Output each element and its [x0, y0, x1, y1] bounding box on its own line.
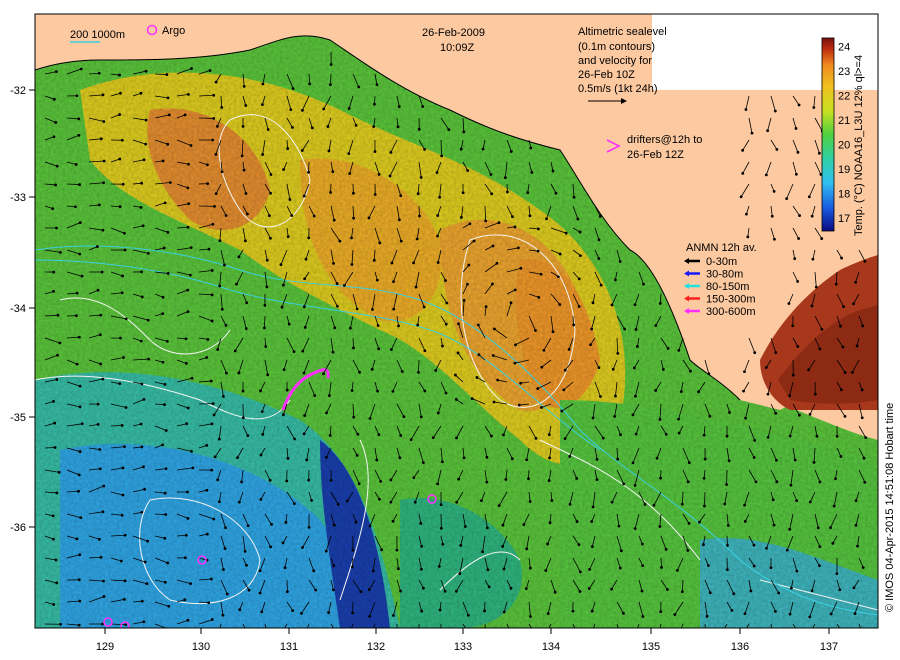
sst-map: 200 1000m Argo 26-Feb-2009 10:09Z Altime…: [10, 13, 879, 653]
anmn-legend-label: 150-300m: [706, 294, 756, 306]
sealevel-note-line: Altimetric sealevel: [578, 26, 667, 38]
x-tick-label: 134: [542, 641, 560, 653]
x-axis-ticks: 129 130 131 132 133 134 135 136 137: [96, 628, 838, 653]
x-tick-label: 133: [454, 641, 472, 653]
anmn-legend-label: 80-150m: [706, 281, 749, 293]
colorbar-tick-label: 17: [838, 213, 850, 225]
date-title: 26-Feb-2009: [422, 27, 485, 39]
colorbar-label: Temp. (°C) NOAA16_L3U 12% ql>=4: [853, 55, 865, 236]
colorbar-tick-label: 23: [838, 66, 850, 78]
drifters-note-line: drifters@12h to: [627, 134, 702, 146]
colorbar-tick-label: 22: [838, 91, 850, 103]
y-tick-label: -32: [10, 85, 26, 97]
x-tick-label: 136: [731, 641, 749, 653]
x-tick-label: 131: [280, 641, 298, 653]
argo-legend-label: Argo: [162, 25, 185, 37]
x-tick-label: 129: [96, 641, 114, 653]
x-tick-label: 130: [192, 641, 210, 653]
colorbar-tick-label: 21: [838, 115, 850, 127]
anmn-legend-label: 0-30m: [706, 256, 737, 268]
map-area: [35, 14, 878, 628]
sealevel-note-line: 26-Feb 10Z: [578, 69, 635, 81]
anmn-legend-label: 30-80m: [706, 269, 743, 281]
x-tick-label: 137: [820, 641, 838, 653]
anmn-legend-title: ANMN 12h av.: [686, 242, 757, 254]
y-tick-label: -36: [10, 522, 26, 534]
y-tick-label: -35: [10, 412, 26, 424]
colorbar-tick-label: 18: [838, 189, 850, 201]
time-title: 10:09Z: [440, 42, 475, 54]
y-tick-label: -33: [10, 192, 26, 204]
sealevel-note-line: (0.1m contours): [578, 41, 655, 53]
x-tick-label: 135: [642, 641, 660, 653]
depth-scale-label: 200 1000m: [70, 29, 125, 41]
drifters-note-line: 26-Feb 12Z: [627, 149, 684, 161]
anmn-legend-label: 300-600m: [706, 306, 756, 318]
colorbar-tick-label: 20: [838, 140, 850, 152]
sealevel-note-line: 0.5m/s (1kt 24h): [578, 83, 657, 95]
colorbar: [821, 37, 835, 232]
y-tick-label: -34: [10, 303, 26, 315]
y-axis-ticks: -32 -33 -34 -35 -36: [10, 85, 35, 534]
colorbar-tick-label: 24: [838, 42, 850, 54]
x-tick-label: 132: [367, 641, 385, 653]
colorbar-tick-label: 19: [838, 164, 850, 176]
sealevel-note-line: and velocity for: [578, 55, 652, 67]
credit-line: © IMOS 04-Apr-2015 14:51:08 Hobart time: [884, 402, 896, 612]
